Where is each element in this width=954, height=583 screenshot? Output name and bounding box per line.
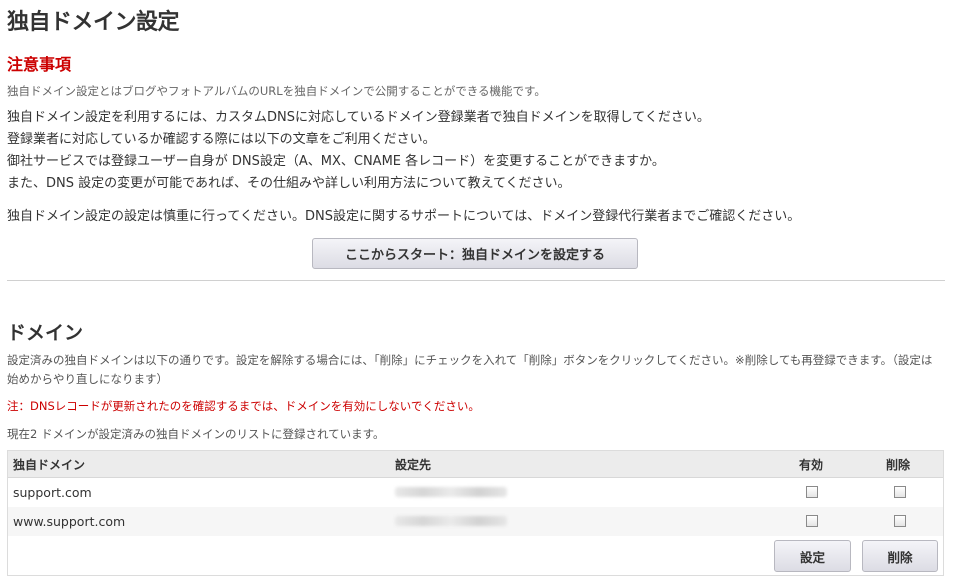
delete-button[interactable]: 削除: [862, 540, 938, 572]
table-header: 独自ドメイン 設定先 有効 削除: [8, 451, 943, 478]
target-redacted: [395, 487, 507, 497]
column-domain: 独自ドメイン: [13, 458, 86, 472]
notice-line-3: 御社サービスでは登録ユーザー自身が DNS設定（A、MX、CNAME 各レコード…: [7, 154, 665, 169]
domains-description: 設定済みの独自ドメインは以下の通りです。設定を解除する場合には、「削除」にチェッ…: [7, 353, 933, 386]
notice-intro: 独自ドメイン設定とはブログやフォトアルバムのURLを独自ドメインで公開することが…: [7, 84, 546, 98]
domain-name: support.com: [13, 485, 92, 500]
domain-table: 独自ドメイン 設定先 有効 削除 support.com www.support…: [7, 450, 944, 576]
column-delete: 削除: [886, 458, 911, 472]
delete-checkbox[interactable]: [894, 515, 906, 527]
domains-heading: ドメイン: [7, 322, 84, 344]
start-setup-button[interactable]: ここからスタート：独自ドメインを設定する: [312, 238, 638, 269]
column-target: 設定先: [395, 458, 432, 472]
table-row: www.support.com: [8, 507, 943, 536]
notice-line-2: 登録業者に対応しているか確認する際には以下の文章をご利用ください。: [7, 132, 436, 147]
save-button[interactable]: 設定: [774, 540, 851, 572]
notice-caution: 独自ドメイン設定の設定は慎重に行ってください。DNS設定に関するサポートについて…: [7, 209, 801, 224]
section-divider: [7, 280, 945, 281]
table-row: support.com: [8, 478, 943, 507]
delete-checkbox[interactable]: [894, 486, 906, 498]
notice-line-4: また、DNS 設定の変更が可能であれば、その仕組みや詳しい利用方法について教えて…: [7, 176, 571, 191]
domain-count: 現在2 ドメインが設定済みの独自ドメインのリストに登録されています。: [7, 427, 385, 441]
enabled-checkbox[interactable]: [806, 515, 818, 527]
enabled-checkbox[interactable]: [806, 486, 818, 498]
column-enabled: 有効: [799, 458, 824, 472]
page-title: 独自ドメイン設定: [7, 10, 180, 35]
target-redacted: [395, 516, 507, 526]
dns-warning: 注：DNSレコードが更新されたのを確認するまでは、ドメインを有効にしないでくださ…: [7, 399, 480, 413]
notice-line-1: 独自ドメイン設定を利用するには、カスタムDNSに対応しているドメイン登録業者で独…: [7, 110, 710, 125]
notice-heading: 注意事項: [7, 55, 72, 74]
domain-name: www.support.com: [13, 514, 126, 529]
